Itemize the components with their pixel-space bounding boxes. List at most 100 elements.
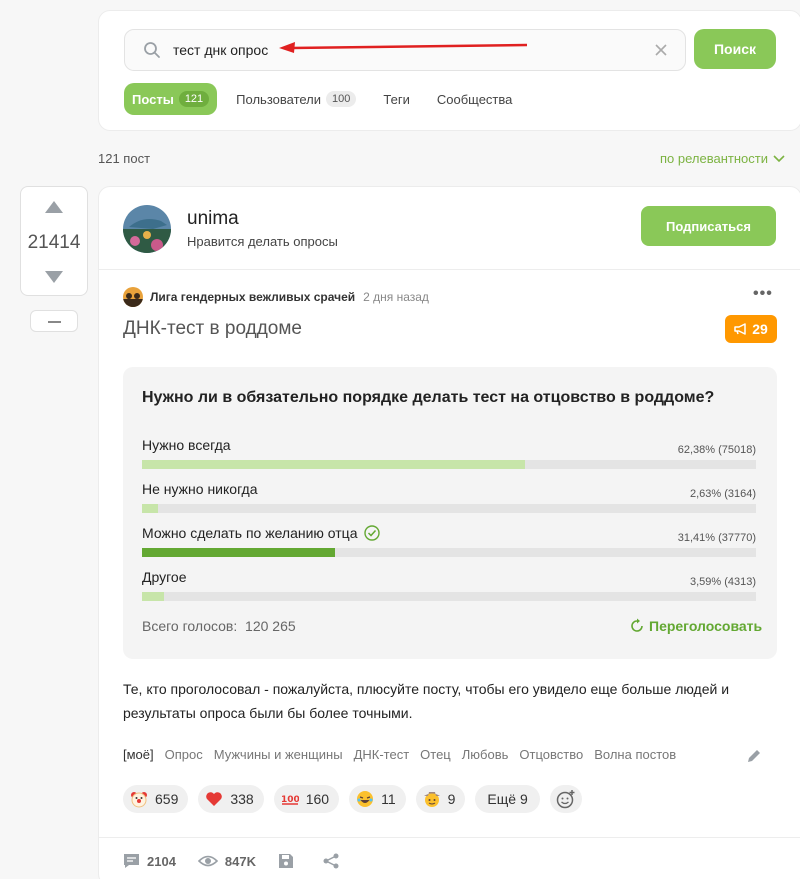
reaction-cowboy[interactable]: 9 [415,785,466,813]
upvote-arrow-icon[interactable] [45,201,63,213]
more-reactions-button[interactable]: Ещё 9 [475,785,540,813]
more-reactions-label: Ещё 9 [487,791,528,807]
tab-users[interactable]: Пользователи 100 [236,83,357,115]
author-name[interactable]: unima [187,208,239,230]
poll-option-fill [142,592,165,601]
red-annotation-arrow-icon [279,42,528,53]
tag[interactable]: Мужчины и женщины [214,747,343,762]
reaction-clown[interactable]: 659 [123,785,189,813]
hundred-emoji-icon: 100 [281,790,299,808]
reaction-heart[interactable]: 338 [198,785,264,813]
cowboy-emoji-icon [423,790,441,808]
views-counter: 847K [197,853,256,869]
tag[interactable]: Любовь [462,747,509,762]
reaction-count: 659 [155,791,179,807]
tab-posts-count: 121 [178,91,210,107]
laughing-emoji-icon [356,790,374,808]
revote-button[interactable]: Переголосовать [629,618,762,634]
community-icon[interactable] [123,287,143,307]
post-card: unima Нравится делать опросы Подписаться… [98,186,800,879]
save-icon [279,854,293,868]
poll-option-bar [142,592,756,601]
tag[interactable]: Опрос [165,747,203,762]
poll-option-fill [142,548,335,557]
comments-count: 2104 [147,853,176,869]
reaction-list: 659 338 100 160 11 9 Ещё 9 [123,785,592,813]
poll-option-bar [142,504,756,513]
sort-dropdown[interactable]: по релевантности [660,151,785,166]
poll-option[interactable]: Другое 3,59% (4313) [142,569,756,601]
tab-tags-label: Теги [383,91,410,107]
post-time: 2 дня назад [363,290,429,304]
tab-users-count: 100 [326,91,357,107]
vote-panel: 21414 [20,186,88,296]
reaction-laughing[interactable]: 11 [349,785,406,813]
tab-tags[interactable]: Теги [383,83,409,115]
search-button[interactable]: Поиск [694,29,776,69]
tag[interactable]: Волна постов [594,747,676,762]
hide-post-button[interactable] [30,310,78,332]
reaction-count: 338 [230,791,254,807]
tag[interactable]: ДНК-тест [354,747,410,762]
views-count: 847K [224,853,256,869]
divider [99,269,800,270]
comment-icon [124,854,139,868]
post-footer: 2104 847K [123,853,368,869]
tag[interactable]: Отец [420,747,451,762]
add-reaction-button[interactable] [549,785,582,813]
heart-emoji-icon [205,790,223,808]
avatar-image-icon [123,205,171,253]
eye-icon [197,855,218,867]
search-query: тест днк опрос [173,42,269,58]
tab-communities-label: Сообщества [436,91,513,107]
divider [99,837,800,838]
comments-button[interactable]: 2104 [123,853,176,869]
poll-option-fill [142,460,525,469]
poll-option[interactable]: Можно сделать по желанию отца 31,41% (37… [142,525,756,557]
post-title[interactable]: ДНК-тест в роддоме [123,318,302,340]
tag[interactable]: [моё] [123,747,154,762]
check-circle-icon [363,525,380,541]
poll-option-result: 62,38% (75018) [677,444,756,456]
author-avatar[interactable] [123,205,171,253]
share-button[interactable] [323,853,346,869]
tag-list: [моё] Опрос Мужчины и женщины ДНК-тест О… [123,747,687,762]
tab-posts[interactable]: Посты 121 [124,83,218,115]
poll-option-result: 3,59% (4313) [689,576,756,588]
tab-communities[interactable]: Сообщества [437,83,513,115]
subscribe-button[interactable]: Подписаться [641,206,776,246]
tag[interactable]: Отцовство [519,747,583,762]
save-button[interactable] [278,853,301,869]
more-options-icon[interactable]: ••• [753,285,773,303]
hot-badge[interactable]: 29 [725,315,777,343]
clown-emoji-icon [130,790,148,808]
community-name[interactable]: Лига гендерных вежливых срачей [150,290,355,304]
post-rating: 21414 [27,232,81,253]
poll-total: Всего голосов: 120 265 [142,618,296,634]
poll-option-label: Не нужно никогда [142,481,258,497]
poll-option-bar [142,548,756,557]
reaction-count: 11 [381,791,396,807]
poll-option[interactable]: Нужно всегда 62,38% (75018) [142,437,756,469]
downvote-arrow-icon[interactable] [45,271,63,283]
megaphone-icon [734,323,746,335]
poll-question: Нужно ли в обязательно порядке делать те… [142,389,715,406]
edit-tags-pencil-icon[interactable] [746,748,762,764]
clear-search-icon[interactable] [653,42,669,58]
refresh-icon [631,618,643,632]
result-count: 121 пост [98,151,151,166]
poll-option-label: Нужно всегда [142,437,231,453]
minus-icon [48,321,61,323]
poll-option-fill [142,504,159,513]
poll: Нужно ли в обязательно порядке делать те… [123,367,777,659]
reaction-hundred[interactable]: 100 160 [273,785,340,813]
poll-total-label: Всего голосов: [142,618,238,634]
chevron-down-icon [773,154,785,162]
add-reaction-smiley-icon [556,789,576,809]
tab-posts-label: Посты [132,91,174,107]
reaction-count: 9 [447,791,456,807]
community-avatar-icon [123,287,143,307]
poll-option[interactable]: Не нужно никогда 2,63% (3164) [142,481,756,513]
poll-option-label: Другое [142,569,187,585]
revote-label: Переголосовать [649,618,763,634]
